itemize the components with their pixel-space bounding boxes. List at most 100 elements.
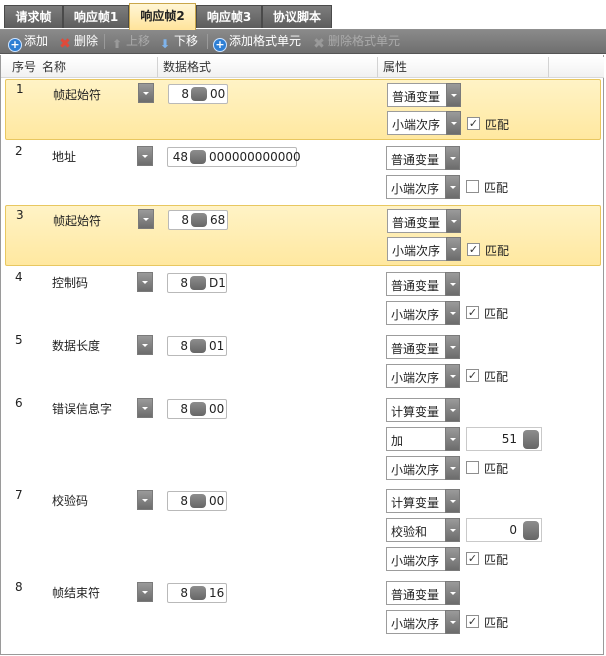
variable-type-select[interactable]: 计算变量 [386,489,460,513]
variable-type-select[interactable]: 计算变量 [386,398,460,422]
byte-order-select[interactable]: 小端次序 [386,175,460,199]
delete-button[interactable]: ✖ 删除 [58,30,98,53]
data-format-field[interactable]: 8 68 [168,210,228,230]
row-number: 2 [15,144,23,158]
grid-header: 序号 名称 数据格式 属性 [1,57,604,78]
table-row[interactable]: 5 数据长度 8 01 普通变量 小端次序 ✓ 匹配 [5,331,601,393]
data-format-field[interactable]: 8 16 [167,583,227,603]
spin-handle[interactable] [191,213,207,227]
data-format-field[interactable]: 8 D1 [167,273,227,293]
byte-order-select[interactable]: 小端次序 [387,111,461,135]
add-button[interactable]: + 添加 [8,30,48,53]
tab-response-frame-1[interactable]: 响应帧1 [63,5,129,28]
variable-type-value: 普通变量 [392,90,441,104]
byte-order-select[interactable]: 小端次序 [386,610,460,634]
stepper-handle[interactable] [523,430,539,449]
chevron-down-icon[interactable] [446,237,461,261]
chevron-down-icon[interactable] [445,175,460,199]
calc-method-select[interactable]: 校验和 [386,518,460,542]
match-checkbox[interactable]: ✓ [467,117,480,130]
chevron-down-icon[interactable] [446,83,461,107]
name-dropdown-button[interactable] [137,490,153,510]
name-dropdown-button[interactable] [137,146,153,166]
match-checkbox[interactable] [466,461,479,474]
chevron-down-icon[interactable] [445,146,460,170]
variable-type-select[interactable]: 普通变量 [387,209,461,233]
table-row[interactable]: 4 控制码 8 D1 普通变量 小端次序 ✓ 匹配 [5,268,601,330]
protocol-editor: 请求帧 响应帧1 响应帧2 响应帧3 协议脚本 + 添加 ✖ 删除 ⬆ 上移 ⬇ 下移 … [0,0,606,656]
chevron-down-icon[interactable] [445,489,460,513]
byte-order-select[interactable]: 小端次序 [387,237,461,261]
spin-handle[interactable] [190,150,206,164]
spin-handle[interactable] [190,339,206,353]
spin-handle[interactable] [191,87,207,101]
chevron-down-icon[interactable] [445,427,460,451]
chevron-down-icon[interactable] [446,209,461,233]
variable-type-select[interactable]: 普通变量 [386,272,460,296]
table-row[interactable]: 6 错误信息字 8 00 计算变量 加 51 小端次序 匹配 [5,394,601,484]
calc-value-stepper[interactable]: 0 [466,518,542,542]
table-row[interactable]: 8 帧结束符 8 16 普通变量 小端次序 ✓ 匹配 [5,578,601,640]
format-value: 01 [209,339,225,353]
name-dropdown-button[interactable] [137,335,153,355]
table-row[interactable]: 1 帧起始符 8 00 普通变量 小端次序 ✓ 匹配 [5,79,601,140]
name-dropdown-button[interactable] [137,398,153,418]
variable-type-select[interactable]: 普通变量 [386,146,460,170]
chevron-down-icon[interactable] [445,335,460,359]
calc-method-select[interactable]: 加 [386,427,460,451]
chevron-down-icon[interactable] [445,547,460,571]
name-dropdown-button[interactable] [137,582,153,602]
move-up-button[interactable]: ⬆ 上移 [110,30,150,53]
chevron-down-icon[interactable] [445,581,460,605]
data-format-field[interactable]: 8 01 [167,336,227,356]
calc-value-stepper[interactable]: 51 [466,427,542,451]
tab-response-frame-3[interactable]: 响应帧3 [196,5,262,28]
table-row[interactable]: 7 校验码 8 00 计算变量 校验和 0 小端次序 ✓ 匹配 [5,486,601,576]
match-label: 匹配 [484,462,509,476]
data-format-field[interactable]: 48 000000000000 [167,147,301,167]
name-dropdown-button[interactable] [138,209,154,229]
chevron-down-icon[interactable] [446,111,461,135]
chevron-down-icon[interactable] [445,364,460,388]
table-row[interactable]: 2 地址 48 000000000000 普通变量 小端次序 匹配 [5,142,601,204]
byte-order-select[interactable]: 小端次序 [386,547,460,571]
add-unit-label: 添加格式单元 [229,34,302,48]
variable-type-select[interactable]: 普通变量 [386,335,460,359]
spin-handle[interactable] [190,586,206,600]
tab-request-frame[interactable]: 请求帧 [4,5,63,28]
toolbar: + 添加 ✖ 删除 ⬆ 上移 ⬇ 下移 + 添加格式单元 ✖ 删除格式单元 [0,30,606,54]
match-checkbox[interactable]: ✓ [466,615,479,628]
match-checkbox[interactable]: ✓ [466,369,479,382]
chevron-down-icon[interactable] [445,456,460,480]
byte-order-select[interactable]: 小端次序 [386,456,460,480]
stepper-handle[interactable] [523,521,539,540]
variable-type-select[interactable]: 普通变量 [387,83,461,107]
match-checkbox[interactable]: ✓ [466,552,479,565]
tab-protocol-script[interactable]: 协议脚本 [262,5,332,28]
spin-handle[interactable] [190,276,206,290]
match-checkbox[interactable]: ✓ [466,306,479,319]
match-checkbox[interactable]: ✓ [467,243,480,256]
format-value: 16 [209,586,225,600]
chevron-down-icon[interactable] [445,272,460,296]
match-checkbox[interactable] [466,180,479,193]
spin-handle[interactable] [190,494,206,508]
chevron-down-icon[interactable] [445,518,460,542]
name-dropdown-button[interactable] [137,272,153,292]
spin-handle[interactable] [190,402,206,416]
move-down-button[interactable]: ⬇ 下移 [158,30,198,53]
variable-type-select[interactable]: 普通变量 [386,581,460,605]
tab-response-frame-2[interactable]: 响应帧2 [129,3,196,30]
byte-order-select[interactable]: 小端次序 [386,301,460,325]
add-format-unit-button[interactable]: + 添加格式单元 [213,30,301,53]
chevron-down-icon[interactable] [445,610,460,634]
chevron-down-icon[interactable] [445,398,460,422]
chevron-down-icon[interactable] [445,301,460,325]
name-dropdown-button[interactable] [138,83,154,103]
table-row[interactable]: 3 帧起始符 8 68 普通变量 小端次序 ✓ 匹配 [5,205,601,266]
delete-format-unit-button[interactable]: ✖ 删除格式单元 [312,30,400,53]
data-format-field[interactable]: 8 00 [167,491,227,511]
data-format-field[interactable]: 8 00 [167,399,227,419]
byte-order-select[interactable]: 小端次序 [386,364,460,388]
data-format-field[interactable]: 8 00 [168,84,228,104]
